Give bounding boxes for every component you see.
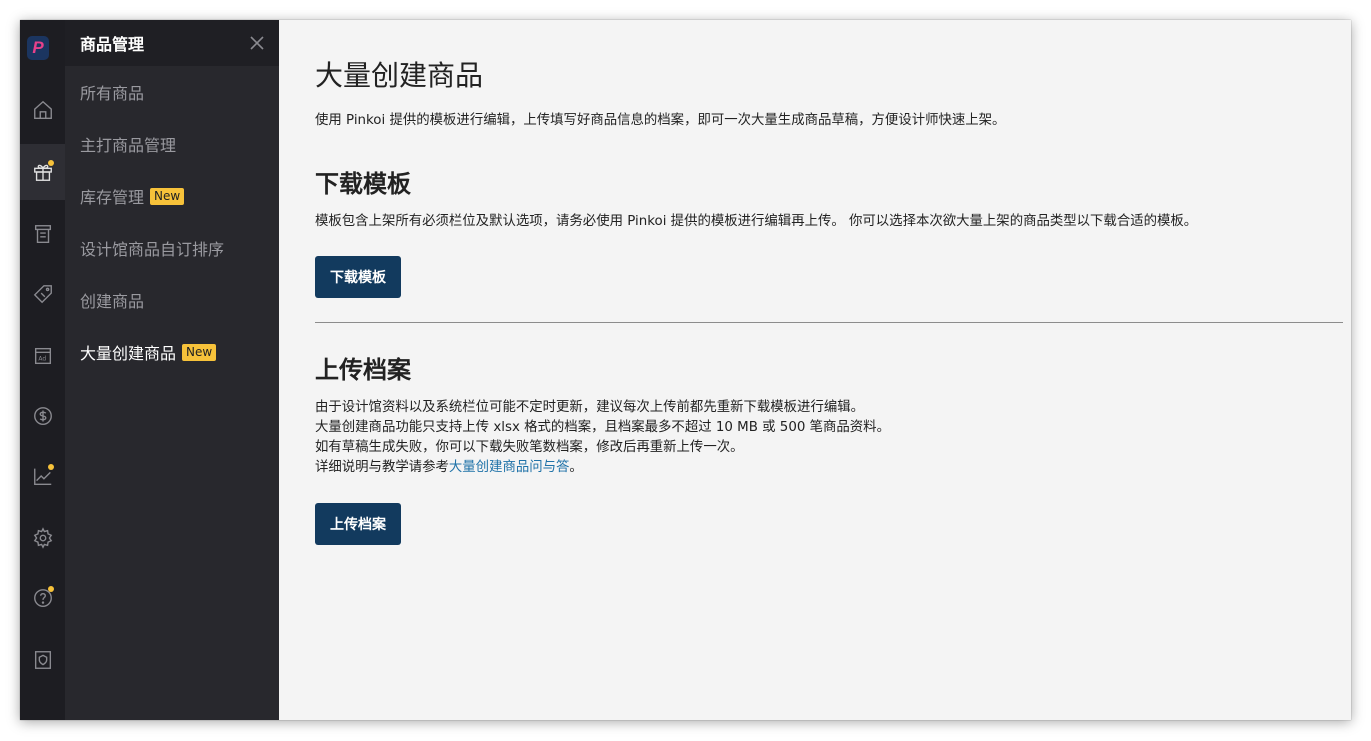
orders-icon	[34, 225, 51, 243]
shield-icon	[34, 651, 51, 669]
page-title: 大量创建商品	[315, 59, 484, 92]
download-description: 模板包含上架所有必须栏位及默认选项，请务必使用 Pinkoi 提供的模板进行编辑…	[315, 214, 1198, 229]
product-submenu: 商品管理 所有商品 主打商品管理 库存管理 New 设计馆商品自订排序 创建商品…	[65, 20, 279, 720]
menu-item-label: 创建商品	[80, 292, 145, 311]
menu-item-custom-sort[interactable]: 设计馆商品自订排序	[65, 222, 279, 274]
download-heading: 下载模板	[315, 170, 411, 198]
ad-icon: Ad	[34, 347, 51, 365]
menu-item-label: 设计馆商品自订排序	[80, 240, 225, 259]
upload-file-button[interactable]: 上传档案	[315, 503, 401, 545]
rail-home[interactable]	[20, 82, 65, 138]
page-intro: 使用 Pinkoi 提供的模板进行编辑，上传填写好商品信息的档案，即可一次大量生…	[315, 113, 1006, 128]
bulk-create-faq-link[interactable]: 大量创建商品问与答	[449, 460, 570, 475]
rail-security[interactable]	[20, 632, 65, 688]
help-prefix: 详细说明与教学请参考	[315, 460, 449, 475]
submenu-header: 商品管理	[65, 20, 279, 66]
notification-dot	[48, 586, 54, 592]
section-divider	[315, 322, 1343, 323]
rail-ads[interactable]: Ad	[20, 328, 65, 384]
upload-note-1: 由于设计馆资料以及系统栏位可能不定时更新，建议每次上传前都先重新下载模板进行编辑…	[315, 400, 865, 415]
icon-rail: P Ad	[20, 20, 65, 720]
rail-analytics[interactable]	[20, 448, 65, 504]
rail-products[interactable]	[20, 144, 65, 200]
dollar-icon	[33, 407, 52, 425]
download-template-button[interactable]: 下载模板	[315, 256, 401, 298]
gear-icon	[33, 527, 52, 549]
new-badge: New	[182, 343, 217, 361]
svg-text:Ad: Ad	[38, 356, 46, 363]
submenu-title: 商品管理	[80, 35, 145, 54]
help-suffix: 。	[569, 460, 583, 475]
menu-item-bulk-create[interactable]: 大量创建商品 New	[65, 326, 279, 378]
rail-settings[interactable]	[20, 510, 65, 566]
menu-item-label: 主打商品管理	[80, 136, 177, 155]
close-icon[interactable]	[249, 35, 265, 51]
rail-orders[interactable]	[20, 206, 65, 262]
logo-letter: P	[32, 38, 44, 57]
upload-description: 由于设计馆资料以及系统栏位可能不定时更新，建议每次上传前都先重新下载模板进行编辑…	[315, 398, 890, 478]
menu-item-label: 大量创建商品	[80, 344, 177, 363]
notification-dot	[48, 160, 54, 166]
upload-note-4: 详细说明与教学请参考大量创建商品问与答。	[315, 458, 890, 478]
main-content: 大量创建商品 使用 Pinkoi 提供的模板进行编辑，上传填写好商品信息的档案，…	[279, 20, 1351, 720]
app-window: P Ad 商品管理 所有商品 主打商品管理 库存管理 New 设计馆商品自订排序…	[20, 20, 1351, 720]
menu-item-featured-products[interactable]: 主打商品管理	[65, 118, 279, 170]
rail-promotions[interactable]	[20, 266, 65, 322]
menu-item-label: 库存管理	[80, 188, 145, 207]
menu-item-create-product[interactable]: 创建商品	[65, 274, 279, 326]
price-tag-icon	[33, 285, 52, 304]
upload-heading: 上传档案	[315, 356, 411, 384]
home-icon	[33, 100, 52, 119]
upload-note-2: 大量创建商品功能只支持上传 xlsx 格式的档案，且档案最多不超过 10 MB …	[315, 420, 890, 435]
rail-help[interactable]	[20, 570, 65, 626]
menu-item-all-products[interactable]: 所有商品	[65, 66, 279, 118]
notification-dot	[48, 464, 54, 470]
pinkoi-logo[interactable]: P	[27, 36, 49, 60]
upload-note-3: 如有草稿生成失败，你可以下载失败笔数档案，修改后再重新上传一次。	[315, 440, 744, 455]
menu-item-inventory[interactable]: 库存管理 New	[65, 170, 279, 222]
menu-item-label: 所有商品	[80, 84, 145, 103]
rail-finance[interactable]	[20, 388, 65, 444]
new-badge: New	[150, 187, 185, 205]
